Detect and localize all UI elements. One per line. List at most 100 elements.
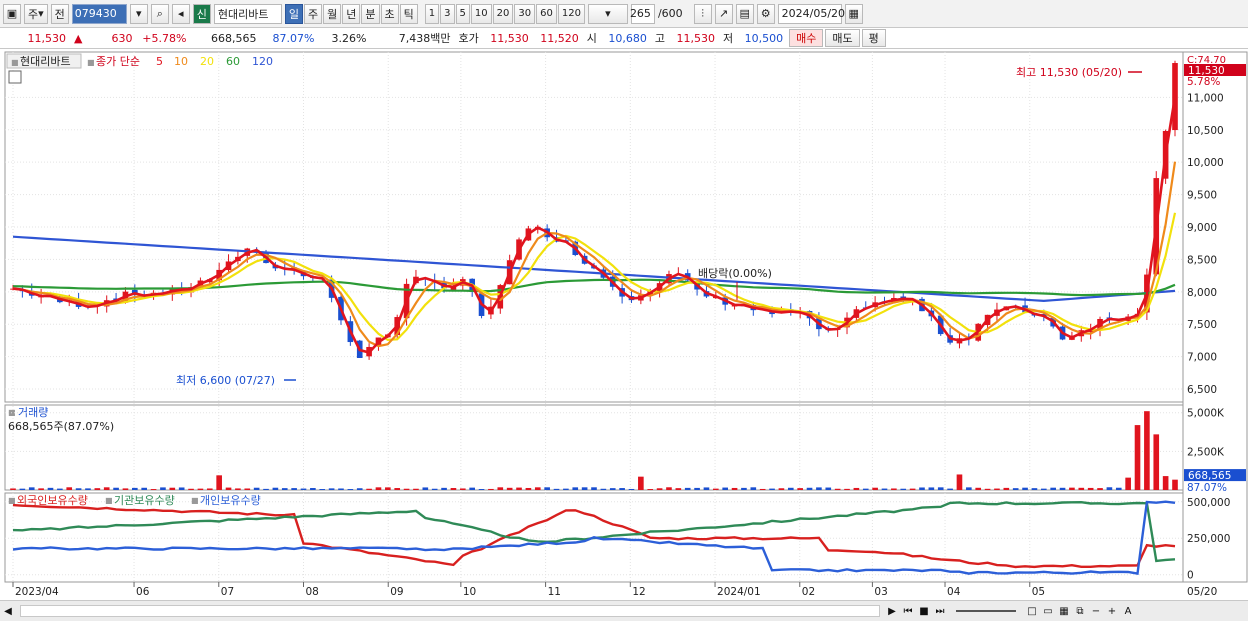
search-icon[interactable]: ⌕ <box>150 3 169 24</box>
change-value: 630 <box>111 31 133 45</box>
volume-value: 668,565 <box>210 31 257 45</box>
scroll-left-icon[interactable]: ◀ <box>0 603 16 619</box>
period-2[interactable]: 월 <box>323 3 342 24</box>
rewind-icon[interactable]: ⏮ <box>900 603 916 619</box>
vol-current: 668,565주(87.07%) <box>8 420 114 433</box>
volume-bar-90 <box>853 487 860 490</box>
x-tick-1: 06 <box>136 586 150 598</box>
interval-2[interactable]: 5 <box>455 3 470 24</box>
volume-bar-62 <box>591 487 597 490</box>
hold-tick-1: 250,000 <box>1187 533 1230 545</box>
legend-ma-marker: ■ <box>87 58 95 67</box>
period-1[interactable]: 주 <box>304 3 323 24</box>
volume-panel <box>4 404 1184 491</box>
font-icon[interactable]: A <box>1120 603 1136 619</box>
zoom-in-icon[interactable]: + <box>1104 603 1120 619</box>
stop-icon[interactable]: ■ <box>916 603 932 619</box>
code-dropdown-icon[interactable]: ▾ <box>129 3 148 24</box>
period-6[interactable]: 틱 <box>399 3 418 24</box>
vol-title: 거래량 <box>18 406 48 419</box>
volume-bar-48 <box>459 488 466 490</box>
volume-bar-59 <box>563 488 569 490</box>
volume-bar-123 <box>1162 476 1169 490</box>
price-value: 11,530 <box>27 31 67 45</box>
layout-icon[interactable]: ▣ <box>3 3 21 24</box>
interval-1[interactable]: 3 <box>440 3 455 24</box>
period-4[interactable]: 분 <box>361 3 380 24</box>
y-tick-0: 6,500 <box>1187 384 1217 396</box>
y-tick-8: 10,500 <box>1187 125 1224 137</box>
volume-bar-105 <box>994 488 1000 490</box>
interval-4[interactable]: 20 <box>492 3 514 24</box>
volume-bar-29 <box>281 488 288 490</box>
interval-5[interactable]: 30 <box>514 3 536 24</box>
legend-ma-prefix: 종가 단순 <box>96 55 140 68</box>
buy-button[interactable]: 매수 <box>789 29 824 47</box>
volume-bar-95 <box>900 488 907 490</box>
forward-icon[interactable]: ⏭ <box>932 603 948 619</box>
quote-bar: 11,530 ▲ 630 +5.78% 668,565 87.07% 3.26%… <box>0 28 1248 49</box>
gear-icon[interactable]: ⚙ <box>756 3 775 24</box>
legend-marker: ■ <box>11 58 19 67</box>
calendar-icon[interactable]: ▦ <box>844 3 863 24</box>
tile-icon[interactable]: ▭ <box>1040 603 1056 619</box>
period-5[interactable]: 초 <box>380 3 399 24</box>
volume-bar-65 <box>619 488 625 490</box>
horizontal-scrollbar[interactable] <box>20 605 880 617</box>
volume-bar-81 <box>769 488 775 490</box>
compare-icon[interactable]: ⧉ <box>1072 603 1088 619</box>
x-tick-5: 10 <box>463 586 476 598</box>
volume-bar-26 <box>253 487 260 490</box>
interval-6[interactable]: 60 <box>536 3 557 24</box>
high-value: 11,530 <box>676 31 715 45</box>
volume-bar-2 <box>28 487 35 490</box>
x-tick-7: 12 <box>632 586 645 598</box>
prev-button[interactable]: 전 <box>50 3 69 24</box>
avg-button[interactable]: 평 <box>861 29 886 47</box>
sell-button[interactable]: 매도 <box>825 29 860 47</box>
zoom-out-icon[interactable]: − <box>1088 603 1104 619</box>
interval-0[interactable]: 1 <box>424 3 440 24</box>
volume-bar-10 <box>103 487 110 490</box>
hold-legend-marker-0: ■ <box>8 496 16 505</box>
play-icon[interactable]: ▶ <box>884 603 900 619</box>
volume-bar-68 <box>647 489 654 490</box>
type-select[interactable]: 주 ▾ <box>24 3 48 24</box>
bottom-nav: ◀ ▶ ⏮ ■ ⏭ □ ▭ ▦ ⧉ − + A <box>0 600 1248 621</box>
interval-7[interactable]: 120 <box>557 3 585 24</box>
volume-bar-42 <box>403 488 410 490</box>
grid-icon[interactable]: ▦ <box>1056 603 1072 619</box>
count-total: /600 <box>657 7 683 20</box>
volume-bar-27 <box>263 488 269 490</box>
save-icon[interactable]: ▤ <box>735 3 754 24</box>
volume-bar-34 <box>328 488 335 490</box>
volume-bar-56 <box>534 487 541 490</box>
window-icon[interactable]: □ <box>1024 603 1040 619</box>
volume-bar-12 <box>122 488 129 490</box>
up-arrow-icon: ▲ <box>74 31 83 45</box>
volume-bar-109 <box>1031 488 1038 490</box>
period-0[interactable]: 일 <box>284 3 304 24</box>
period-3[interactable]: 년 <box>342 3 361 24</box>
x-tick-6: 11 <box>548 586 561 598</box>
price-tag-pct: 5.78% <box>1187 76 1220 88</box>
x-tick-12: 05 <box>1032 586 1045 598</box>
stock-code-input[interactable]: 079430 <box>71 3 127 24</box>
volume-bar-13 <box>132 487 138 490</box>
speaker-icon[interactable]: ◂ <box>171 3 190 24</box>
volume-bar-47 <box>450 488 457 490</box>
volume-bar-5 <box>57 488 63 490</box>
volume-bar-25 <box>244 488 251 490</box>
count-input[interactable]: 265 <box>630 3 655 24</box>
volume-bar-60 <box>572 487 579 490</box>
volume-bar-94 <box>891 488 897 490</box>
zoom-slider[interactable] <box>956 610 1016 612</box>
stock-chart[interactable]: 6,500 7,000 7,500 8,000 8,500 9,000 9,500 10,00… <box>0 50 1248 600</box>
date-input[interactable]: 2024/05/20 <box>777 3 845 24</box>
volume-bar-28 <box>272 487 279 490</box>
interval-3[interactable]: 10 <box>470 3 492 24</box>
candle-icon[interactable]: ⫶ <box>693 3 712 24</box>
interval-dropdown[interactable]: ▾ <box>587 3 628 24</box>
volume-bar-19 <box>188 488 194 490</box>
draw-icon[interactable]: ↗ <box>714 3 733 24</box>
